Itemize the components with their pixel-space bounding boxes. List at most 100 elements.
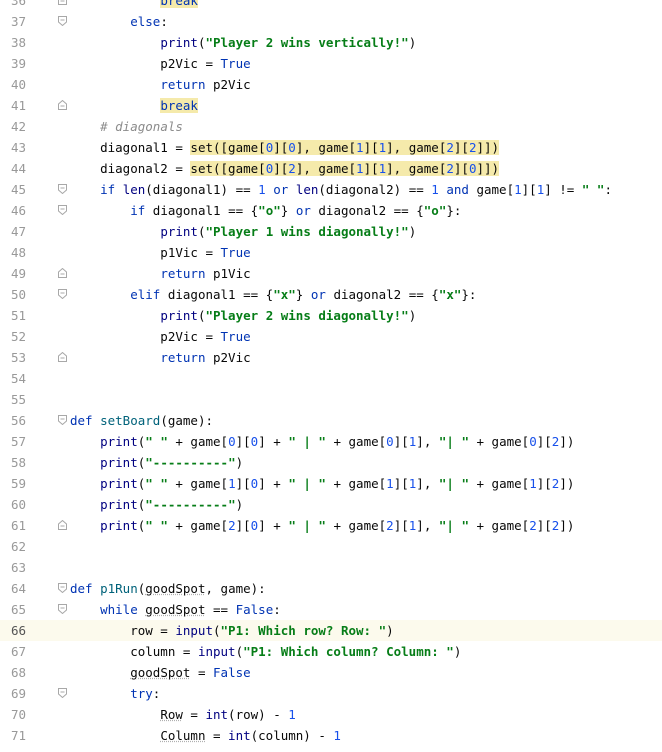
fold-end-icon[interactable] (58, 100, 67, 110)
code-editor[interactable]: 36 break 37 else: 38 print("Player 2 wins … (0, 0, 662, 752)
code-line[interactable]: 41 break (0, 95, 662, 116)
line-number: 48 (10, 245, 26, 260)
code-text[interactable]: break (70, 0, 198, 11)
code-text[interactable]: print("----------") (70, 452, 243, 473)
code-line[interactable]: 52 p2Vic = True (0, 326, 662, 347)
code-token: ) (235, 497, 244, 512)
code-token: return (160, 350, 206, 365)
code-line[interactable]: 43 diagonal1 = set([game[0][0], game[1][… (0, 137, 662, 158)
code-text[interactable]: diagonal2 = set([game[0][2], game[1][1],… (70, 158, 500, 179)
code-line[interactable]: 57 print(" " + game[0][0] + " | " + game… (0, 431, 662, 452)
code-line[interactable]: 44 diagonal2 = set([game[0][2], game[1][… (0, 158, 662, 179)
fold-collapse-icon[interactable] (58, 415, 67, 425)
code-text[interactable]: else: (70, 11, 168, 32)
code-text[interactable]: print(" " + game[0][0] + " | " + game[0]… (70, 431, 574, 452)
code-token: "o" (258, 203, 281, 218)
code-text[interactable]: Row = int(row) - 1 (70, 704, 295, 725)
fold-collapse-icon[interactable] (58, 205, 67, 215)
code-text[interactable]: break (70, 95, 198, 116)
code-token: or (273, 182, 289, 197)
code-text[interactable]: try: (70, 683, 160, 704)
fold-collapse-icon[interactable] (58, 583, 67, 593)
code-text[interactable]: goodSpot = False (70, 662, 250, 683)
code-line[interactable]: 39 p2Vic = True (0, 53, 662, 74)
code-line[interactable]: 38 print("Player 2 wins vertically!") (0, 32, 662, 53)
code-line[interactable]: 55 (0, 389, 662, 410)
code-text[interactable]: while goodSpot == False: (70, 599, 281, 620)
code-text[interactable]: Column = int(column) - 1 (70, 725, 341, 746)
fold-end-icon[interactable] (58, 352, 67, 362)
code-line[interactable]: 64 def p1Run(goodSpot, game): (0, 578, 662, 599)
code-line[interactable]: 56 def setBoard(game): (0, 410, 662, 431)
code-text[interactable]: row = input("P1: Which row? Row: ") (70, 620, 393, 641)
code-line[interactable]: 51 print("Player 2 wins diagonally!") (0, 305, 662, 326)
code-line[interactable]: 71 Column = int(column) - 1 (0, 725, 662, 746)
code-line[interactable]: 60 print("----------") (0, 494, 662, 515)
code-text[interactable]: if len(diagonal1) == 1 or len(diagonal2)… (70, 179, 612, 200)
code-token: diagonal2 == { (310, 203, 424, 218)
code-text[interactable]: print(" " + game[1][0] + " | " + game[1]… (70, 473, 574, 494)
code-text[interactable]: p1Vic = True (70, 242, 251, 263)
code-text[interactable]: p2Vic = True (70, 53, 250, 74)
code-text[interactable]: print("Player 2 wins vertically!") (70, 32, 416, 53)
fold-collapse-icon[interactable] (58, 16, 67, 26)
fold-end-icon[interactable] (58, 520, 67, 530)
fold-collapse-icon[interactable] (58, 184, 67, 194)
code-line[interactable]: 61 print(" " + game[2][0] + " | " + game… (0, 515, 662, 536)
code-line[interactable]: 67 column = input("P1: Which column? Col… (0, 641, 662, 662)
code-line[interactable]: 70 Row = int(row) - 1 (0, 704, 662, 725)
code-line[interactable]: 59 print(" " + game[1][0] + " | " + game… (0, 473, 662, 494)
code-line[interactable]: 68 goodSpot = False (0, 662, 662, 683)
code-line[interactable]: 42 # diagonals (0, 116, 662, 137)
code-text[interactable]: column = input("P1: Which column? Column… (70, 641, 461, 662)
code-text[interactable]: print("Player 2 wins diagonally!") (70, 305, 416, 326)
current-code-line[interactable]: 66 row = input("P1: Which row? Row: ") (0, 620, 662, 641)
code-token: True (220, 245, 251, 260)
code-line[interactable]: 45 if len(diagonal1) == 1 or len(diagona… (0, 179, 662, 200)
code-text[interactable]: def p1Run(goodSpot, game): (70, 578, 266, 599)
code-line[interactable]: 40 return p2Vic (0, 74, 662, 95)
code-text[interactable]: print("----------") (70, 494, 243, 515)
code-line[interactable]: 46 if diagonal1 == {"o"} or diagonal2 ==… (0, 200, 662, 221)
line-number: 70 (10, 707, 26, 722)
code-line[interactable]: 63 (0, 557, 662, 578)
fold-collapse-icon[interactable] (58, 604, 67, 614)
fold-collapse-icon[interactable] (58, 688, 67, 698)
code-text[interactable]: elif diagonal1 == {"x"} or diagonal2 == … (70, 284, 476, 305)
code-line[interactable]: 49 return p1Vic (0, 263, 662, 284)
code-token: "| " (438, 518, 469, 533)
code-line[interactable]: 53 return p2Vic (0, 347, 662, 368)
fold-end-icon[interactable] (58, 0, 67, 5)
code-text[interactable]: p2Vic = True (70, 326, 250, 347)
code-line[interactable]: 47 print("Player 1 wins diagonally!") (0, 221, 662, 242)
code-text[interactable]: diagonal1 = set([game[0][0], game[1][1],… (70, 137, 500, 158)
code-text[interactable]: print("Player 1 wins diagonally!") (70, 221, 416, 242)
code-text[interactable]: print(" " + game[2][0] + " | " + game[2]… (70, 515, 574, 536)
code-line[interactable]: 69 try: (0, 683, 662, 704)
code-line[interactable]: 62 (0, 536, 662, 557)
code-token: ) (408, 308, 417, 323)
code-line[interactable]: 36 break (0, 0, 662, 11)
code-line[interactable]: 58 print("----------") (0, 452, 662, 473)
code-token: ][ (536, 476, 552, 491)
code-line[interactable]: 50 elif diagonal1 == {"x"} or diagonal2 … (0, 284, 662, 305)
code-line[interactable]: 54 (0, 368, 662, 389)
code-line[interactable]: 65 while goodSpot == False: (0, 599, 662, 620)
code-text[interactable]: def setBoard(game): (70, 410, 213, 431)
code-token: 2 (288, 161, 296, 176)
code-text[interactable]: if diagonal1 == {"o"} or diagonal2 == {"… (70, 200, 461, 221)
code-text[interactable]: return p1Vic (70, 263, 250, 284)
code-token: ]) (559, 518, 575, 533)
code-line[interactable]: 37 else: (0, 11, 662, 32)
fold-collapse-icon[interactable] (58, 289, 67, 299)
code-line[interactable]: 48 p1Vic = True (0, 242, 662, 263)
fold-end-icon[interactable] (58, 268, 67, 278)
code-text[interactable]: return p2Vic (70, 74, 250, 95)
code-text[interactable]: return p2Vic (70, 347, 250, 368)
code-token: ]]) (476, 140, 500, 155)
code-text[interactable]: # diagonals (70, 116, 183, 137)
